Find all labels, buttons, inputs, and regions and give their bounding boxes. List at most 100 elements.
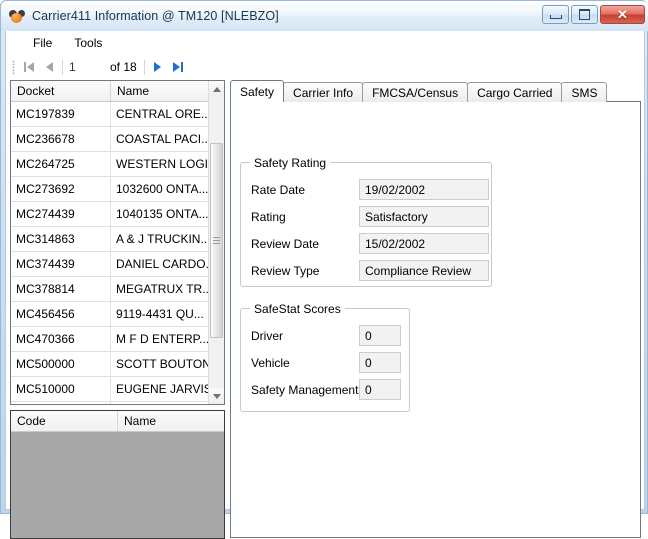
table-row[interactable]: MC197839 CENTRAL ORE... — [11, 102, 209, 127]
tab-safety[interactable]: Safety — [230, 80, 285, 102]
safety-rating-group: Safety Rating Rate Date 19/02/2002 Ratin… — [240, 156, 492, 287]
previous-record-button[interactable] — [39, 58, 59, 77]
table-row[interactable]: MC273692 1032600 ONTA... — [11, 177, 209, 202]
label-safety-management: Safety Management — [251, 382, 359, 397]
field-vehicle: Vehicle 0 — [251, 352, 401, 373]
code-grid-body — [11, 432, 224, 538]
cell-name: MEGATRUX TR... — [116, 282, 209, 296]
value-rate-date[interactable]: 19/02/2002 — [359, 179, 489, 200]
label-driver: Driver — [251, 328, 283, 343]
cell-name: 9119-4431 QU... — [116, 307, 204, 321]
label-vehicle: Vehicle — [251, 355, 290, 370]
close-button[interactable]: ✕ — [600, 5, 645, 24]
menu-bar: File Tools — [6, 31, 644, 55]
active-tab-seam — [231, 100, 276, 103]
client-area: File Tools of 18 — [5, 31, 645, 539]
cell-docket: MC236678 — [11, 127, 111, 151]
minimize-button[interactable] — [542, 5, 569, 24]
table-row[interactable]: MC378814 MEGATRUX TR... — [11, 277, 209, 302]
tab-strip: Safety Carrier Info FMCSA/Census Cargo Carr… — [230, 80, 608, 102]
table-row[interactable]: MC470366 M F D ENTERP... — [11, 327, 209, 352]
tab-carrier-info[interactable]: Carrier Info — [283, 82, 364, 102]
close-icon: ✕ — [617, 7, 628, 22]
first-record-icon — [24, 62, 34, 72]
table-row[interactable]: MC374439 DANIEL CARDO... — [11, 252, 209, 277]
cell-name: 1032600 ONTA... — [116, 182, 209, 196]
maximize-icon — [579, 9, 590, 20]
tab-label: FMCSA/Census — [372, 86, 459, 100]
code-grid-header: Code Name — [11, 411, 224, 432]
first-record-button[interactable] — [19, 58, 39, 77]
cell-name: A J TRANSPOR... — [111, 402, 209, 404]
cell-docket: MC500000 — [11, 352, 111, 376]
menu-item-tools[interactable]: Tools — [63, 33, 113, 53]
maximize-button[interactable] — [571, 5, 598, 24]
tab-label: Cargo Carried — [477, 86, 553, 100]
table-row[interactable]: MC314863 A & J TRUCKIN... — [11, 227, 209, 252]
record-navigator: of 18 — [10, 56, 225, 78]
cell-name: WESTERN LOGI... — [116, 157, 209, 171]
table-row[interactable]: MC274439 1040135 ONTA... — [11, 202, 209, 227]
carrier-grid[interactable]: Docket Name MC197839 CENTRAL ORE... MC2366… — [10, 80, 225, 405]
column-header-name[interactable]: Name — [111, 81, 209, 101]
scrollbar-thumb[interactable] — [210, 143, 223, 338]
value-vehicle[interactable]: 0 — [359, 352, 401, 373]
cell-name: COASTAL PACI... — [116, 132, 209, 146]
table-row[interactable]: MC456456 9119-4431 QU... — [11, 302, 209, 327]
cell-docket: MC274439 — [11, 202, 111, 226]
scroll-down-icon — [212, 393, 221, 399]
carrier-grid-scrollbar[interactable] — [208, 81, 224, 404]
tab-panel-safety: Safety Rating Rate Date 19/02/2002 Ratin… — [230, 101, 641, 538]
scroll-up-button[interactable] — [209, 81, 224, 97]
label-review-type: Review Type — [251, 263, 320, 278]
tab-cargo-carried[interactable]: Cargo Carried — [467, 82, 563, 102]
title-bar[interactable]: Carrier411 Information @ TM120 [NLEBZO] … — [1, 1, 648, 31]
menu-item-file[interactable]: File — [22, 33, 63, 53]
table-row[interactable]: MC510000 EUGENE JARVIS — [11, 377, 209, 402]
table-row[interactable]: MC500000 SCOTT BOUTON — [11, 352, 209, 377]
value-rating[interactable]: Satisfactory — [359, 206, 489, 227]
cell-docket: MC378814 — [11, 277, 111, 301]
page-number-input[interactable] — [66, 58, 108, 76]
cell-docket: MC374439 — [11, 252, 111, 276]
code-grid[interactable]: Code Name — [10, 410, 225, 539]
value-safety-management[interactable]: 0 — [359, 379, 401, 400]
tab-sms[interactable]: SMS — [561, 82, 608, 102]
next-record-button[interactable] — [148, 58, 168, 77]
page-count-label: of 18 — [110, 60, 137, 74]
safestat-scores-group: SafeStat Scores Driver 0 Vehicle 0 Safet… — [240, 302, 410, 412]
tab-fmcsa-census[interactable]: FMCSA/Census — [362, 82, 469, 102]
safety-rating-title: Safety Rating — [250, 156, 331, 170]
table-row[interactable]: MC264725 WESTERN LOGI... — [11, 152, 209, 177]
last-record-icon — [172, 62, 183, 72]
table-row[interactable]: MC236678 COASTAL PACI... — [11, 127, 209, 152]
cell-docket: MC510000 — [11, 377, 111, 401]
cell-docket: MC197839 — [11, 102, 111, 126]
carrier-grid-header: Docket Name — [11, 81, 224, 102]
field-rating: Rating Satisfactory — [251, 206, 489, 227]
field-rate-date: Rate Date 19/02/2002 — [251, 179, 489, 200]
table-row[interactable]: MC5567148A J TRANSPOR... — [11, 402, 209, 404]
column-header-code[interactable]: Code — [11, 411, 118, 431]
cell-name: A & J TRUCKIN... — [116, 232, 209, 246]
value-driver[interactable]: 0 — [359, 325, 401, 346]
scroll-down-button[interactable] — [209, 388, 224, 404]
window-title: Carrier411 Information @ TM120 [NLEBZO] — [32, 9, 279, 23]
value-review-type[interactable]: Compliance Review — [359, 260, 489, 281]
label-rating: Rating — [251, 209, 286, 224]
previous-record-icon — [45, 62, 53, 72]
cell-name: DANIEL CARDO... — [116, 257, 209, 271]
cell-docket: MC456456 — [11, 302, 111, 326]
cell-name: CENTRAL ORE... — [116, 107, 209, 121]
column-header-code-name[interactable]: Name — [118, 411, 224, 431]
nav-separator-left — [62, 59, 63, 75]
field-driver: Driver 0 — [251, 325, 401, 346]
column-header-docket[interactable]: Docket — [11, 81, 111, 101]
cell-name: EUGENE JARVIS — [116, 382, 209, 396]
cell-docket: MC314863 — [11, 227, 111, 251]
toolbar-grip[interactable] — [12, 60, 15, 74]
cell-name: SCOTT BOUTON — [116, 357, 209, 371]
value-review-date[interactable]: 15/02/2002 — [359, 233, 489, 254]
last-record-button[interactable] — [168, 58, 188, 77]
field-review-type: Review Type Compliance Review — [251, 260, 489, 281]
